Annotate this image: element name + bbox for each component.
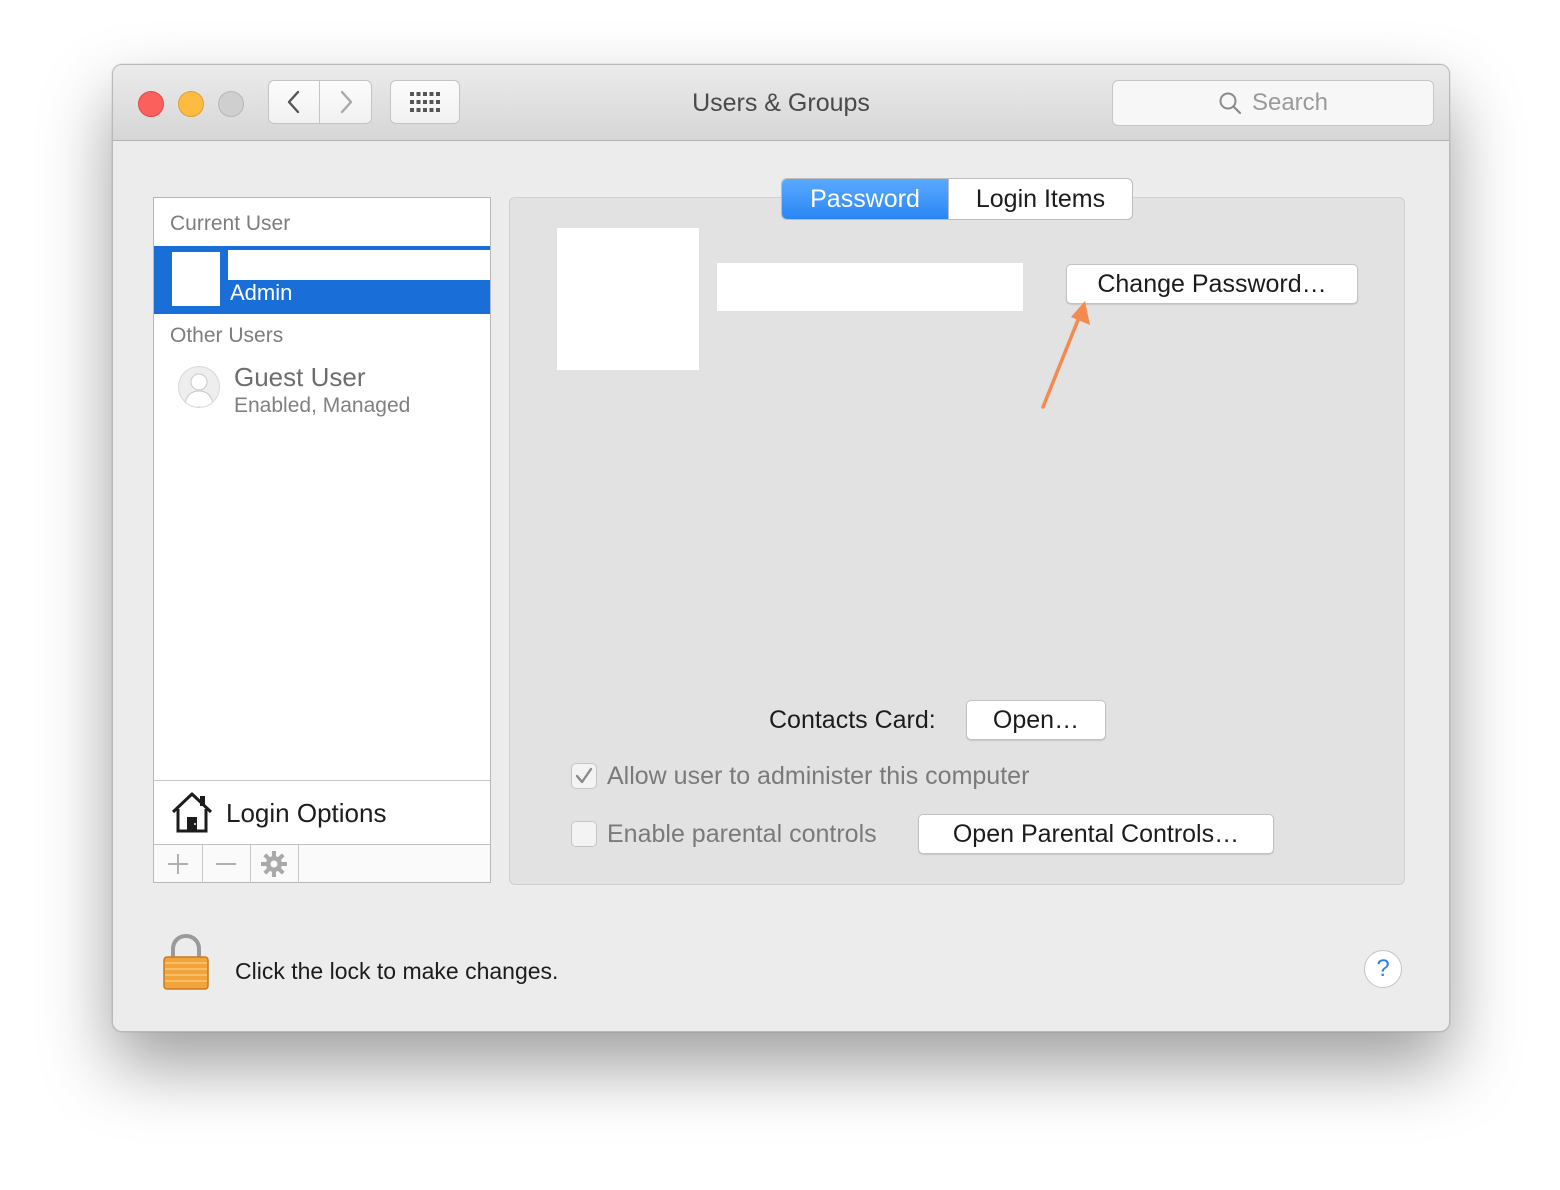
- other-users-label: Other Users: [170, 324, 284, 347]
- guest-user-status: Enabled, Managed: [234, 394, 411, 417]
- contacts-card-label: Contacts Card:: [769, 706, 936, 734]
- title-bar: Users & Groups Search: [113, 65, 1449, 141]
- search-placeholder: Search: [1251, 89, 1329, 116]
- current-user-role: Admin: [230, 280, 293, 305]
- parental-controls-label: Enable parental controls: [607, 820, 877, 848]
- current-user-row[interactable]: Admin: [154, 246, 490, 314]
- parental-controls-checkbox[interactable]: [571, 821, 597, 847]
- change-password-button[interactable]: Change Password…: [1066, 264, 1358, 304]
- lock-icon[interactable]: [161, 933, 211, 991]
- guest-user-name: Guest User: [234, 362, 366, 392]
- help-button[interactable]: ?: [1364, 950, 1402, 988]
- open-parental-controls-button[interactable]: Open Parental Controls…: [918, 814, 1274, 854]
- search-icon: [1219, 92, 1242, 115]
- plus-icon: [168, 853, 188, 874]
- user-icon: [178, 366, 220, 408]
- tab-login-items[interactable]: Login Items: [948, 179, 1132, 219]
- tab-password[interactable]: Password: [782, 179, 948, 219]
- login-options-label: Login Options: [226, 798, 387, 828]
- minus-icon: [216, 862, 236, 865]
- open-contacts-button[interactable]: Open…: [966, 700, 1106, 740]
- sidebar-toolbar: [154, 844, 490, 882]
- allow-admin-checkbox[interactable]: [571, 763, 597, 789]
- check-icon: [575, 767, 593, 784]
- preferences-window: Users & Groups Search Current User Admin…: [112, 64, 1450, 1032]
- user-full-name-redacted: [717, 263, 1023, 311]
- allow-admin-label: Allow user to administer this computer: [607, 762, 1030, 790]
- tab-bar: Password Login Items: [781, 178, 1133, 220]
- current-user-label: Current User: [170, 212, 291, 235]
- login-options-row[interactable]: Login Options: [154, 780, 490, 844]
- lock-status-text: Click the lock to make changes.: [235, 958, 559, 984]
- search-field[interactable]: Search: [1112, 80, 1434, 126]
- user-picture[interactable]: [557, 228, 699, 370]
- current-user-avatar: [172, 252, 220, 306]
- users-list: Current User Admin Other Users Guest Use…: [153, 197, 491, 883]
- annotation-arrow-icon: [1041, 301, 1090, 409]
- help-icon: ?: [1376, 955, 1390, 982]
- add-user-button[interactable]: [154, 845, 203, 882]
- home-icon: [171, 792, 213, 833]
- remove-user-button[interactable]: [202, 845, 251, 882]
- action-menu-button[interactable]: [250, 845, 299, 882]
- current-user-name-redacted: [228, 250, 490, 280]
- gear-icon: [261, 850, 287, 877]
